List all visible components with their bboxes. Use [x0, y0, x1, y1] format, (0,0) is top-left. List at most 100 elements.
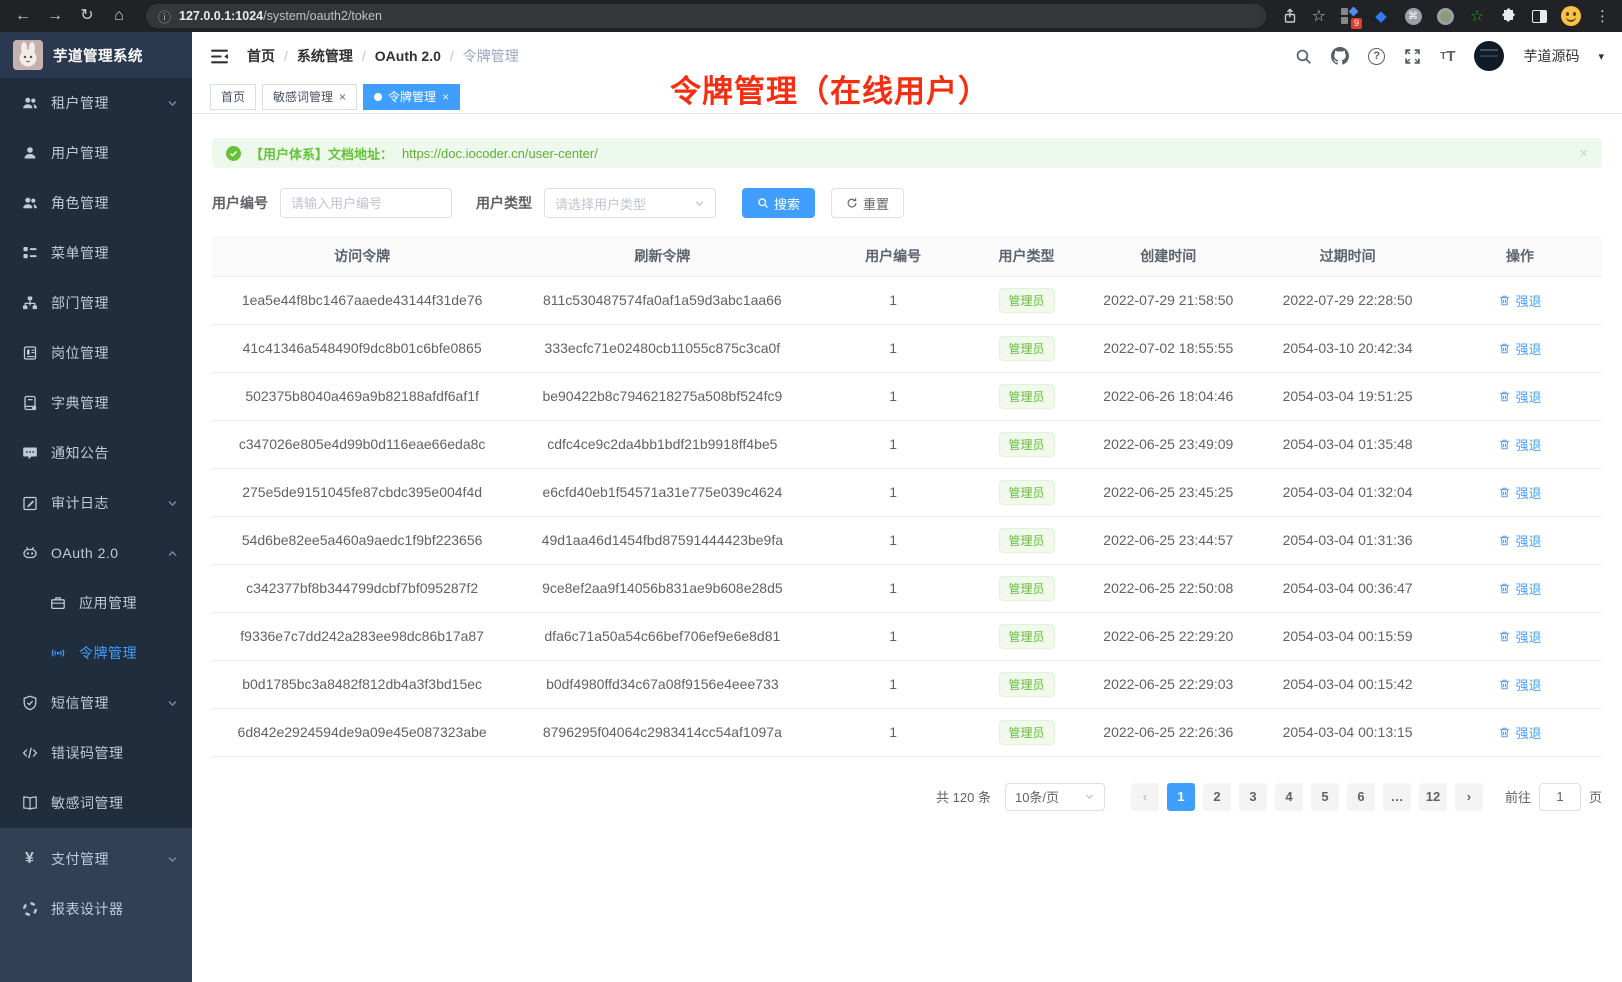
table-row: 1ea5e44f8bc1467aaede43144f31de76811c5304… [212, 276, 1602, 324]
sidebar-item-sensitive-word[interactable]: 敏感词管理 [0, 778, 192, 828]
bookmark-star-icon[interactable]: ☆ [1312, 6, 1326, 26]
expire-time-cell: 2054-03-10 20:42:34 [1257, 324, 1438, 372]
user-id-input[interactable] [280, 188, 452, 218]
sidebar-item-audit-log[interactable]: 审计日志 [0, 478, 192, 528]
user-type-select[interactable]: 请选择用户类型 [544, 188, 716, 218]
sidebar-item-oauth2-token[interactable]: 令牌管理 [0, 628, 192, 678]
sidebar-item-oauth2-application[interactable]: 应用管理 [0, 578, 192, 628]
reset-button[interactable]: 重置 [831, 188, 904, 218]
sidebar-item-oauth2[interactable]: OAuth 2.0 [0, 528, 192, 578]
sidebar-item-dept[interactable]: 部门管理 [0, 278, 192, 328]
tab-close-icon[interactable]: × [339, 91, 346, 103]
alert-close-icon[interactable]: × [1579, 145, 1588, 162]
side-panel-icon[interactable] [1532, 10, 1547, 23]
active-dot-icon [374, 93, 382, 101]
font-size-icon[interactable]: TT [1440, 48, 1455, 65]
forward-icon[interactable]: → [44, 0, 66, 32]
sidebar-item-sms[interactable]: 短信管理 [0, 678, 192, 728]
reload-icon[interactable]: ↻ [76, 0, 98, 32]
page-button-2[interactable]: 2 [1203, 783, 1231, 811]
sidebar-item-tenant[interactable]: 租户管理 [0, 78, 192, 128]
breadcrumb-item[interactable]: OAuth 2.0 [375, 48, 441, 64]
force-logout-button[interactable]: 强退 [1498, 627, 1541, 646]
user-type-badge: 管理员 [999, 720, 1055, 745]
user-id-cell: 1 [812, 516, 973, 564]
tab-令牌管理[interactable]: 令牌管理× [363, 84, 460, 110]
page-button-6[interactable]: 6 [1347, 783, 1375, 811]
create-time-cell: 2022-06-25 23:45:25 [1079, 468, 1257, 516]
page-size-select[interactable]: 10条/页 [1005, 783, 1105, 811]
prev-page-button[interactable]: ‹ [1131, 783, 1159, 811]
table-row: 41c41346a548490f9dc8b01c6bfe0865333ecfc7… [212, 324, 1602, 372]
github-icon[interactable] [1331, 47, 1349, 65]
page-button-12[interactable]: 12 [1419, 783, 1447, 811]
extension-badge: 9 [1351, 18, 1362, 29]
help-icon[interactable]: ? [1368, 48, 1385, 65]
page-button-5[interactable]: 5 [1311, 783, 1339, 811]
user-name[interactable]: 芋道源码 [1523, 46, 1579, 66]
force-logout-button[interactable]: 强退 [1498, 579, 1541, 598]
column-header: 刷新令牌 [512, 236, 812, 276]
force-logout-button[interactable]: 强退 [1498, 675, 1541, 694]
sidebar-item-menu[interactable]: 菜单管理 [0, 228, 192, 278]
search-icon[interactable] [1295, 48, 1312, 65]
sidebar-item-error-code[interactable]: 错误码管理 [0, 728, 192, 778]
doc-link[interactable]: https://doc.iocoder.cn/user-center/ [402, 146, 598, 161]
breadcrumb-item[interactable]: 首页 [247, 46, 275, 66]
force-logout-button[interactable]: 强退 [1498, 531, 1541, 550]
breadcrumb-item[interactable]: 系统管理 [297, 46, 353, 66]
force-logout-button[interactable]: 强退 [1498, 483, 1541, 502]
sidebar-item-report-designer[interactable]: 报表设计器 [0, 884, 192, 934]
tab-close-icon[interactable]: × [442, 91, 449, 103]
doc-alert-banner: 【用户体系】文档地址： https://doc.iocoder.cn/user-… [212, 138, 1602, 168]
force-logout-button[interactable]: 强退 [1498, 387, 1541, 406]
app-logo-row[interactable]: 芋道管理系统 [0, 32, 192, 78]
sidebar-item-notice[interactable]: 通知公告 [0, 428, 192, 478]
home-icon[interactable]: ⌂ [108, 0, 130, 32]
sidebar-item-dict[interactable]: 字典管理 [0, 378, 192, 428]
user-avatar[interactable] [1474, 41, 1504, 71]
force-logout-button[interactable]: 强退 [1498, 339, 1541, 358]
tab-label: 敏感词管理 [273, 88, 333, 105]
share-icon[interactable] [1282, 8, 1298, 24]
kebab-menu-icon[interactable]: ⋮ [1595, 7, 1610, 25]
tab-敏感词管理[interactable]: 敏感词管理 × [262, 84, 357, 110]
search-button[interactable]: 搜索 [742, 188, 815, 218]
page-button-4[interactable]: 4 [1275, 783, 1303, 811]
user-id-cell: 1 [812, 372, 973, 420]
page-button-1[interactable]: 1 [1167, 783, 1195, 811]
force-logout-button[interactable]: 强退 [1498, 291, 1541, 310]
extensions-grid-icon[interactable]: 9 [1340, 7, 1358, 25]
recorder-extension-icon[interactable] [1436, 7, 1454, 25]
chevron-down-icon [694, 198, 705, 209]
sidebar-item-pay[interactable]: ¥支付管理 [0, 834, 192, 884]
token-icon [49, 645, 66, 661]
page-ellipsis[interactable]: … [1383, 783, 1411, 811]
command-extension-icon[interactable]: ⌘ [1404, 7, 1422, 25]
address-bar[interactable]: ⓘ 127.0.0.1:1024/system/oauth2/token [146, 4, 1266, 28]
tab-首页[interactable]: 首页 [210, 84, 256, 110]
report-icon [21, 901, 38, 917]
sidebar-item-user[interactable]: 用户管理 [0, 128, 192, 178]
yen-icon: ¥ [21, 851, 38, 867]
sidebar-item-role[interactable]: 角色管理 [0, 178, 192, 228]
back-icon[interactable]: ← [12, 0, 34, 32]
fullscreen-icon[interactable] [1404, 48, 1421, 65]
sidebar-item-post[interactable]: 岗位管理 [0, 328, 192, 378]
puzzle-extension-icon[interactable] [1500, 7, 1518, 25]
force-logout-button[interactable]: 强退 [1498, 723, 1541, 742]
page-button-3[interactable]: 3 [1239, 783, 1267, 811]
chevron-down-icon[interactable]: ▾ [1598, 50, 1604, 63]
sidebar-toggle-icon[interactable] [210, 48, 229, 65]
access-token-cell: 275e5de9151045fe87cbdc395e004f4d [212, 468, 512, 516]
star-extension-icon[interactable]: ☆ [1468, 7, 1486, 25]
table-row: 275e5de9151045fe87cbdc395e004f4de6cfd40e… [212, 468, 1602, 516]
create-time-cell: 2022-06-26 18:04:46 [1079, 372, 1257, 420]
access-token-cell: b0d1785bc3a8482f812db4a3f3bd15ec [212, 660, 512, 708]
force-logout-button[interactable]: 强退 [1498, 435, 1541, 454]
profile-avatar-icon[interactable] [1561, 6, 1581, 26]
gem-extension-icon[interactable]: ◆ [1372, 7, 1390, 25]
goto-page-input[interactable] [1539, 783, 1581, 811]
site-info-icon[interactable]: ⓘ [158, 7, 171, 26]
next-page-button[interactable]: › [1455, 783, 1483, 811]
